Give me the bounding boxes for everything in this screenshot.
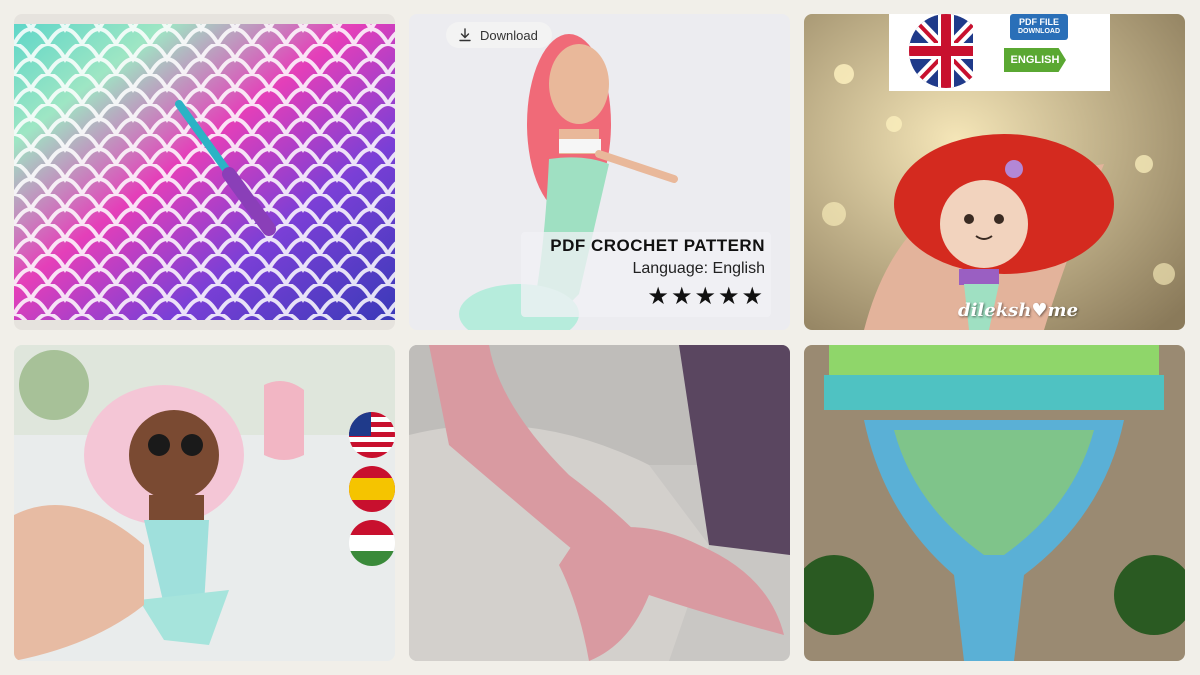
language-badge-box [889, 14, 1110, 91]
pdf-file-sub-label: DOWNLOAD [1018, 28, 1060, 35]
rainbow-tail-photo[interactable] [804, 345, 1185, 661]
mermaid-tail-blanket-photo[interactable] [409, 345, 790, 661]
pattern-title: PDF CROCHET PATTERN [550, 236, 765, 255]
download-button[interactable]: Download [446, 22, 552, 48]
pattern-info-panel: PDF CROCHET PATTERN Language: English ★★… [521, 232, 771, 317]
rating-stars: ★★★★★ [647, 283, 765, 310]
pdf-file-badge: PDF FILE DOWNLOAD [1010, 14, 1068, 40]
pattern-language: Language: English [632, 260, 765, 277]
spain-flag-icon [349, 466, 395, 512]
amigurumi-mermaid-photo[interactable] [14, 345, 395, 661]
hungary-flag-icon [349, 520, 395, 566]
uk-flag-icon [909, 14, 973, 88]
watermark: dileksh♥me [958, 300, 1079, 321]
english-badge: ENGLISH [1004, 48, 1066, 72]
pdf-file-label: PDF FILE [1019, 17, 1059, 27]
download-icon [459, 28, 471, 42]
us-flag-icon [349, 412, 395, 458]
download-label: Download [480, 27, 538, 43]
scale-blanket-photo[interactable] [14, 14, 395, 330]
